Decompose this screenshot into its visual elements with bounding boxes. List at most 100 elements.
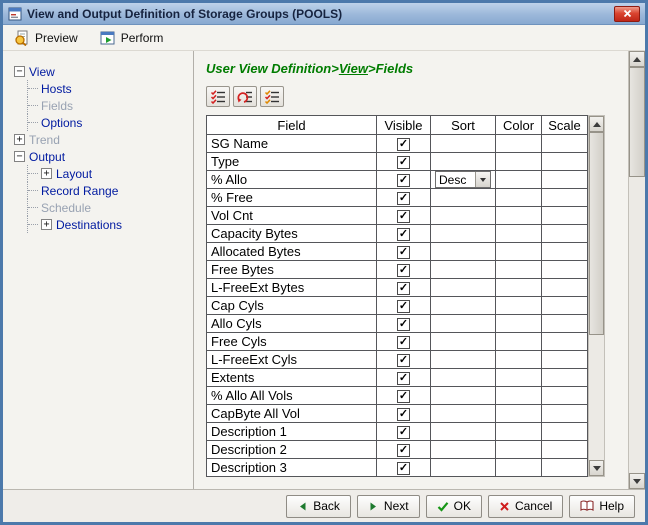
scale-cell[interactable] xyxy=(542,387,588,405)
panel-scrollbar-thumb[interactable] xyxy=(629,67,645,177)
sort-cell[interactable] xyxy=(431,135,496,153)
visible-checkbox[interactable]: ✓ xyxy=(397,282,410,295)
field-name-cell[interactable]: % Allo All Vols xyxy=(207,387,377,405)
help-button[interactable]: Help xyxy=(569,495,635,518)
scale-cell[interactable] xyxy=(542,279,588,297)
color-cell[interactable] xyxy=(496,369,542,387)
color-cell[interactable] xyxy=(496,261,542,279)
uncheck-all-fields-button[interactable] xyxy=(260,86,284,107)
table-scrollbar[interactable] xyxy=(588,115,605,477)
field-name-cell[interactable]: CapByte All Vol xyxy=(207,405,377,423)
visible-checkbox[interactable]: ✓ xyxy=(397,138,410,151)
color-cell[interactable] xyxy=(496,135,542,153)
chevron-down-icon[interactable] xyxy=(475,172,490,187)
color-cell[interactable] xyxy=(496,423,542,441)
scale-cell[interactable] xyxy=(542,459,588,477)
sort-cell[interactable] xyxy=(431,189,496,207)
color-cell[interactable] xyxy=(496,387,542,405)
ok-button[interactable]: OK xyxy=(426,495,482,518)
scroll-up-icon[interactable] xyxy=(589,116,604,132)
table-scrollbar-track[interactable] xyxy=(589,132,604,460)
scale-cell[interactable] xyxy=(542,243,588,261)
visible-checkbox[interactable]: ✓ xyxy=(397,210,410,223)
scale-cell[interactable] xyxy=(542,171,588,189)
scale-cell[interactable] xyxy=(542,333,588,351)
color-cell[interactable] xyxy=(496,441,542,459)
visible-checkbox[interactable]: ✓ xyxy=(397,426,410,439)
color-cell[interactable] xyxy=(496,351,542,369)
cancel-button[interactable]: Cancel xyxy=(488,495,563,518)
color-cell[interactable] xyxy=(496,207,542,225)
back-button[interactable]: Back xyxy=(286,495,351,518)
field-name-cell[interactable]: Description 2 xyxy=(207,441,377,459)
visible-checkbox[interactable]: ✓ xyxy=(397,336,410,349)
sort-cell[interactable] xyxy=(431,207,496,225)
panel-scroll-down-icon[interactable] xyxy=(629,473,645,489)
visible-checkbox[interactable]: ✓ xyxy=(397,156,410,169)
field-name-cell[interactable]: Free Bytes xyxy=(207,261,377,279)
visible-checkbox[interactable]: ✓ xyxy=(397,444,410,457)
close-button[interactable] xyxy=(614,6,640,22)
sort-cell[interactable] xyxy=(431,279,496,297)
visible-checkbox[interactable]: ✓ xyxy=(397,246,410,259)
visible-checkbox[interactable]: ✓ xyxy=(397,264,410,277)
color-cell[interactable] xyxy=(496,171,542,189)
scale-cell[interactable] xyxy=(542,297,588,315)
color-cell[interactable] xyxy=(496,153,542,171)
field-name-cell[interactable]: % Allo xyxy=(207,171,377,189)
field-name-cell[interactable]: Cap Cyls xyxy=(207,297,377,315)
expand-icon[interactable]: + xyxy=(41,168,52,179)
table-scrollbar-thumb[interactable] xyxy=(589,132,604,335)
sort-dropdown[interactable]: Desc xyxy=(435,171,491,188)
collapse-icon[interactable]: − xyxy=(14,66,25,77)
field-name-cell[interactable]: L-FreeExt Cyls xyxy=(207,351,377,369)
collapse-icon[interactable]: − xyxy=(14,151,25,162)
tree-item-view[interactable]: −View xyxy=(14,63,191,80)
reset-fields-button[interactable] xyxy=(233,86,257,107)
field-name-cell[interactable]: Extents xyxy=(207,369,377,387)
scale-cell[interactable] xyxy=(542,441,588,459)
tree-item-fields[interactable]: Fields xyxy=(27,97,191,114)
panel-scrollbar-track[interactable] xyxy=(629,67,645,473)
color-cell[interactable] xyxy=(496,279,542,297)
sort-cell[interactable] xyxy=(431,351,496,369)
visible-checkbox[interactable]: ✓ xyxy=(397,174,410,187)
sort-cell[interactable] xyxy=(431,459,496,477)
sort-cell[interactable] xyxy=(431,315,496,333)
tree-item-trend[interactable]: +Trend xyxy=(14,131,191,148)
scale-cell[interactable] xyxy=(542,153,588,171)
color-cell[interactable] xyxy=(496,243,542,261)
visible-checkbox[interactable]: ✓ xyxy=(397,390,410,403)
check-all-fields-button[interactable] xyxy=(206,86,230,107)
visible-checkbox[interactable]: ✓ xyxy=(397,318,410,331)
tree-item-options[interactable]: Options xyxy=(27,114,191,131)
color-cell[interactable] xyxy=(496,225,542,243)
sort-cell[interactable] xyxy=(431,387,496,405)
field-name-cell[interactable]: Description 1 xyxy=(207,423,377,441)
tree-item-schedule[interactable]: Schedule xyxy=(27,199,191,216)
field-name-cell[interactable]: Description 3 xyxy=(207,459,377,477)
sort-cell[interactable] xyxy=(431,405,496,423)
tree-item-layout[interactable]: +Layout xyxy=(27,165,191,182)
tree-item-output[interactable]: −Output xyxy=(14,148,191,165)
field-name-cell[interactable]: % Free xyxy=(207,189,377,207)
field-name-cell[interactable]: Allocated Bytes xyxy=(207,243,377,261)
scale-cell[interactable] xyxy=(542,315,588,333)
next-button[interactable]: Next xyxy=(357,495,420,518)
breadcrumb-view-link[interactable]: View xyxy=(339,61,368,76)
scale-cell[interactable] xyxy=(542,261,588,279)
scroll-down-icon[interactable] xyxy=(589,460,604,476)
tree-item-record-range[interactable]: Record Range xyxy=(27,182,191,199)
color-cell[interactable] xyxy=(496,189,542,207)
color-cell[interactable] xyxy=(496,459,542,477)
scale-cell[interactable] xyxy=(542,369,588,387)
titlebar[interactable]: View and Output Definition of Storage Gr… xyxy=(3,3,645,25)
panel-scrollbar[interactable] xyxy=(628,51,645,489)
field-name-cell[interactable]: SG Name xyxy=(207,135,377,153)
field-name-cell[interactable]: Free Cyls xyxy=(207,333,377,351)
field-name-cell[interactable]: Allo Cyls xyxy=(207,315,377,333)
scale-cell[interactable] xyxy=(542,225,588,243)
sort-cell[interactable] xyxy=(431,423,496,441)
color-cell[interactable] xyxy=(496,405,542,423)
perform-button[interactable]: Perform xyxy=(97,28,167,48)
